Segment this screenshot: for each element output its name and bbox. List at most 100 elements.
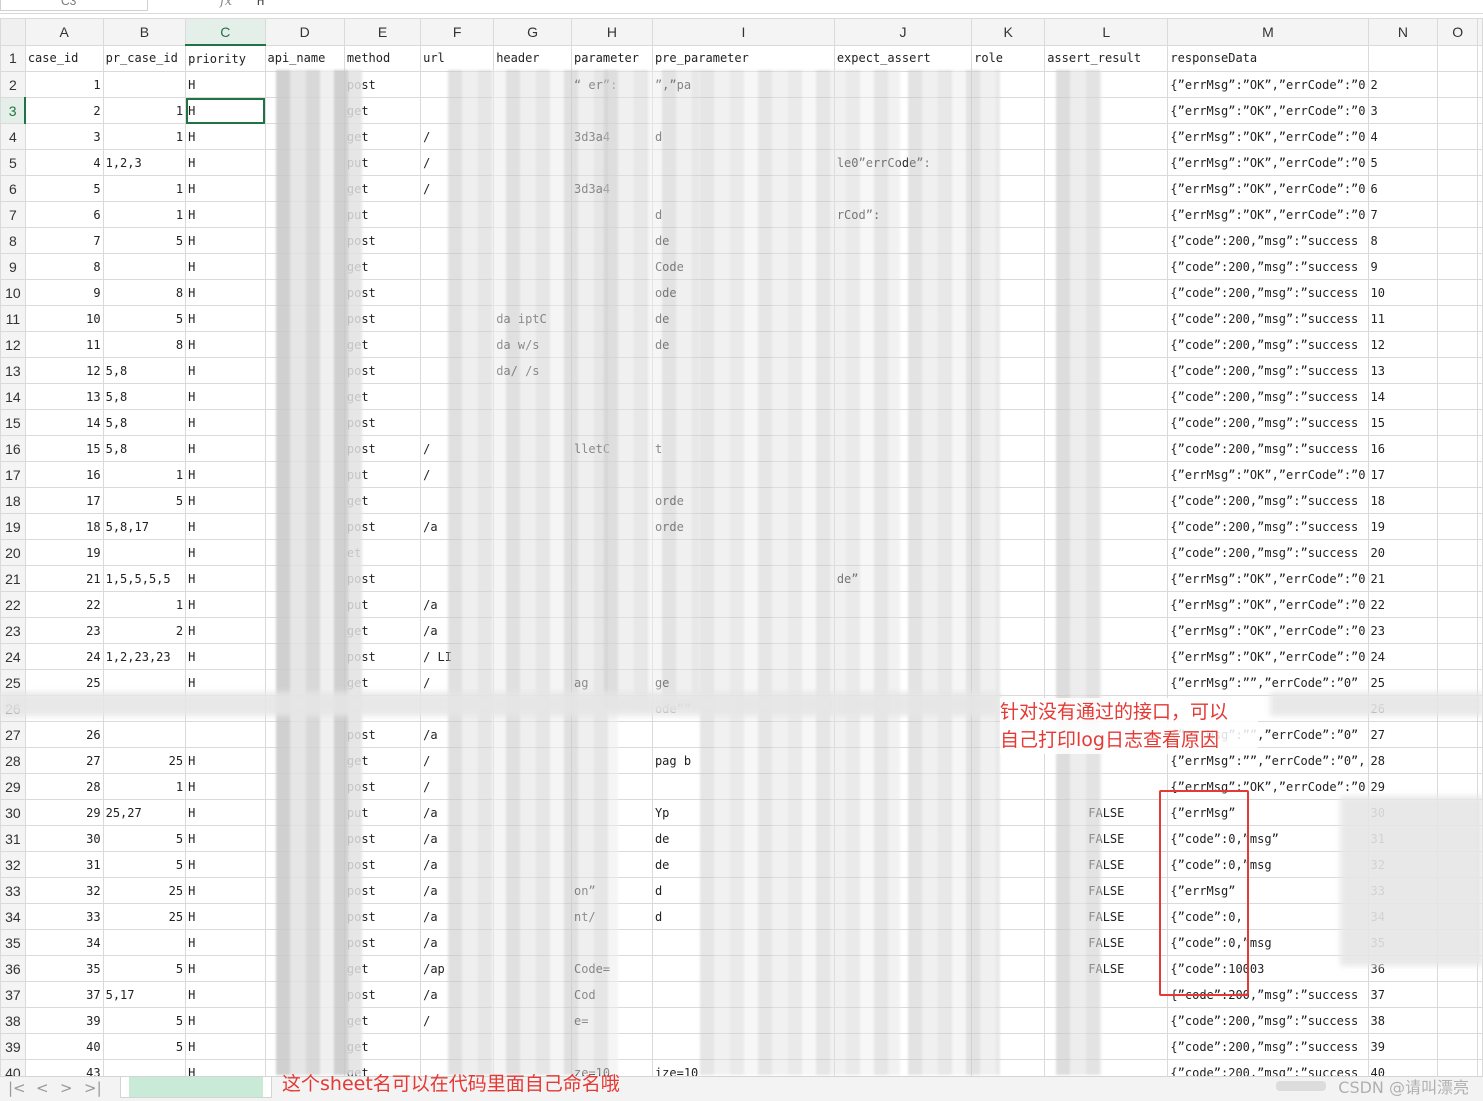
column-header-n[interactable]: N: [1367, 18, 1439, 46]
row-header[interactable]: 29: [0, 773, 26, 800]
field-name-cell[interactable]: url: [420, 44, 495, 72]
cell-c[interactable]: H: [185, 331, 266, 358]
cell-o[interactable]: [1437, 305, 1478, 332]
cell-b[interactable]: 5,8,17: [102, 513, 187, 540]
next-sheet-icon[interactable]: >: [60, 1079, 73, 1097]
cell-m[interactable]: {”errMsg”:”OK”,”errCode”:”0: [1167, 97, 1369, 124]
row-header[interactable]: 9: [0, 253, 26, 280]
row-header[interactable]: 15: [0, 409, 26, 436]
cell-a[interactable]: 4: [24, 149, 104, 176]
cell-a[interactable]: 18: [24, 513, 104, 540]
cell-a[interactable]: 24: [24, 643, 104, 670]
cell-b[interactable]: 1: [102, 461, 187, 488]
cell-o[interactable]: [1437, 461, 1478, 488]
cell-n[interactable]: 39: [1367, 1033, 1439, 1060]
cell-o[interactable]: [1437, 227, 1478, 254]
cell-o[interactable]: [1437, 565, 1478, 592]
cell-m[interactable]: {”code”:200,”msg”:”success: [1167, 487, 1369, 514]
cell-a[interactable]: 15: [24, 435, 104, 462]
field-name-cell[interactable]: [1367, 44, 1439, 72]
cell-n[interactable]: 6: [1367, 175, 1439, 202]
cell-o[interactable]: [1437, 1033, 1478, 1060]
cell-b[interactable]: 25: [102, 877, 187, 904]
cell-c[interactable]: H: [185, 981, 266, 1008]
cell-b[interactable]: [102, 539, 187, 566]
cell-o[interactable]: [1437, 1007, 1478, 1034]
cell-c[interactable]: H: [185, 955, 266, 982]
cell-a[interactable]: 33: [24, 903, 104, 930]
row-header[interactable]: 30: [0, 799, 26, 826]
cell-n[interactable]: 3: [1367, 97, 1439, 124]
cell-b[interactable]: 25: [102, 747, 187, 774]
cell-m[interactable]: {”errMsg”:”OK”,”errCode”:”0: [1167, 617, 1369, 644]
cell-b[interactable]: 5,8: [102, 357, 187, 384]
field-name-cell[interactable]: header: [493, 44, 572, 72]
field-name-cell[interactable]: responseData: [1167, 44, 1369, 72]
cell-o[interactable]: [1437, 747, 1478, 774]
cell-c[interactable]: H: [185, 565, 266, 592]
column-header-k[interactable]: K: [971, 18, 1046, 46]
row-header[interactable]: 22: [0, 591, 26, 618]
cell-b[interactable]: 1: [102, 773, 187, 800]
row-header[interactable]: 32: [0, 851, 26, 878]
cell-a[interactable]: 21: [24, 565, 104, 592]
cell-o[interactable]: [1437, 513, 1478, 540]
cell-b[interactable]: 1,5,5,5,5: [102, 565, 187, 592]
row-header[interactable]: 16: [0, 435, 26, 462]
cell-m[interactable]: {”code”:200,”msg”:”success: [1167, 435, 1369, 462]
cell-m[interactable]: {”code”:200,”msg”:”success: [1167, 539, 1369, 566]
cell-a[interactable]: 31: [24, 851, 104, 878]
cell-o[interactable]: [1437, 409, 1478, 436]
cell-c[interactable]: H: [185, 747, 266, 774]
field-name-cell[interactable]: [1437, 44, 1478, 72]
cell-c[interactable]: H: [185, 279, 266, 306]
cell-o[interactable]: [1437, 721, 1478, 748]
cell-o[interactable]: [1437, 357, 1478, 384]
prev-sheet-icon[interactable]: <: [36, 1079, 49, 1097]
row-header[interactable]: 23: [0, 617, 26, 644]
cell-c[interactable]: H: [185, 435, 266, 462]
row-header[interactable]: 31: [0, 825, 26, 852]
cell-b[interactable]: 5: [102, 825, 187, 852]
cell-b[interactable]: 25,27: [102, 799, 187, 826]
cell-n[interactable]: 9: [1367, 253, 1439, 280]
column-header-g[interactable]: G: [493, 18, 572, 46]
cell-a[interactable]: 34: [24, 929, 104, 956]
row-header[interactable]: 36: [0, 955, 26, 982]
cell-a[interactable]: 16: [24, 461, 104, 488]
cell-m[interactable]: {”errMsg”:”OK”,”errCode”:”0: [1167, 175, 1369, 202]
cell-b[interactable]: 2: [102, 617, 187, 644]
column-header-j[interactable]: J: [833, 18, 973, 46]
cell-m[interactable]: {”code”:200,”msg”:”success: [1167, 227, 1369, 254]
row-header[interactable]: 10: [0, 279, 26, 306]
row-header[interactable]: 1: [0, 44, 26, 72]
row-header[interactable]: 21: [0, 565, 26, 592]
cell-a[interactable]: 7: [24, 227, 104, 254]
row-header[interactable]: 11: [0, 305, 26, 332]
cell-m[interactable]: {”code”:200,”msg”:”success: [1167, 357, 1369, 384]
cell-m[interactable]: {”errMsg”:”OK”,”errCode”:”0: [1167, 643, 1369, 670]
field-name-cell[interactable]: method: [343, 44, 422, 72]
cell-b[interactable]: 8: [102, 279, 187, 306]
cell-o[interactable]: [1437, 253, 1478, 280]
cell-b[interactable]: 1,2,23,23: [102, 643, 187, 670]
cell-n[interactable]: 11: [1367, 305, 1439, 332]
cell-c[interactable]: H: [185, 539, 266, 566]
cell-b[interactable]: 1: [102, 201, 187, 228]
row-header[interactable]: 38: [0, 1007, 26, 1034]
cell-c[interactable]: H: [185, 903, 266, 930]
cell-o[interactable]: [1437, 383, 1478, 410]
cell-a[interactable]: 10: [24, 305, 104, 332]
cell-n[interactable]: 8: [1367, 227, 1439, 254]
cell-n[interactable]: 17: [1367, 461, 1439, 488]
cell-a[interactable]: 13: [24, 383, 104, 410]
sheet-tab-active[interactable]: [120, 1077, 272, 1098]
row-header[interactable]: 14: [0, 383, 26, 410]
cell-n[interactable]: 20: [1367, 539, 1439, 566]
cell-n[interactable]: 4: [1367, 123, 1439, 150]
cell-b[interactable]: [102, 721, 187, 748]
cell-c[interactable]: H: [185, 591, 266, 618]
cell-o[interactable]: [1437, 123, 1478, 150]
cell-c[interactable]: H: [185, 71, 266, 98]
cell-m[interactable]: {”errMsg”:”OK”,”errCode”:”0: [1167, 565, 1369, 592]
